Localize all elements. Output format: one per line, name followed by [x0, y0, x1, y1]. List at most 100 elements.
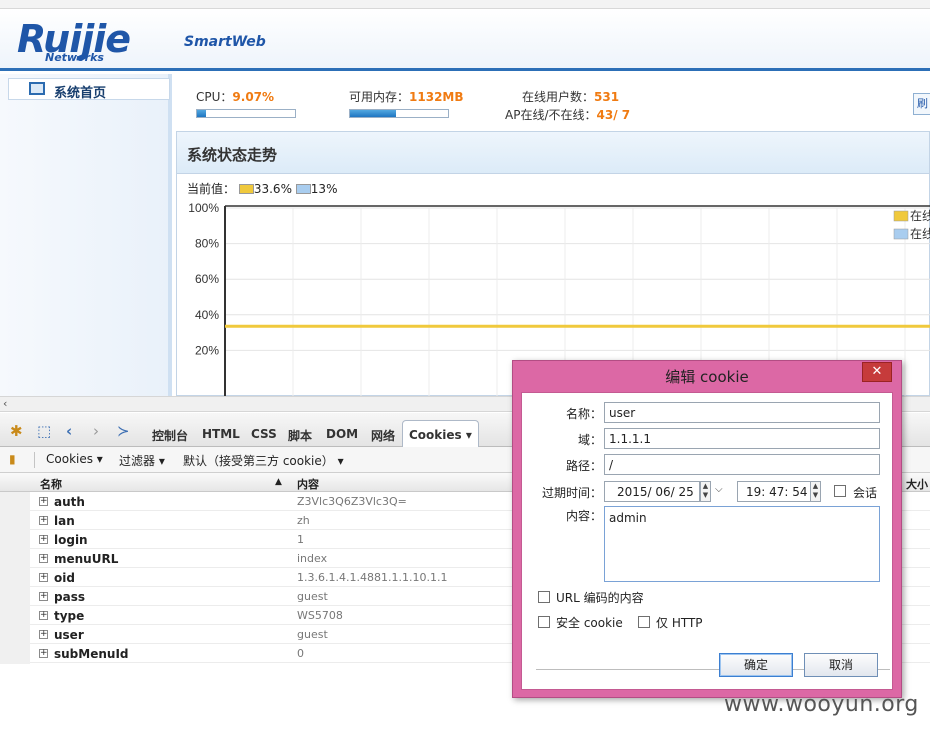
cookie-name: oid [54, 571, 75, 585]
legend-swatch [893, 228, 909, 240]
tab-script[interactable]: 脚本 [288, 427, 312, 444]
cookie-value: 1.3.6.1.4.1.4881.1.1.10.1.1 [297, 571, 448, 584]
ap-value: 43/ 7 [596, 108, 631, 122]
close-button[interactable]: ✕ [862, 362, 892, 382]
legend-swatch [893, 210, 909, 222]
column-size[interactable]: 大小 [906, 476, 928, 492]
cookie-value: 0 [297, 647, 304, 660]
cookie-value: index [297, 552, 328, 565]
back-icon[interactable]: ‹ [66, 422, 72, 440]
session-checkbox[interactable] [834, 485, 846, 497]
command-line-icon[interactable]: ≻ [117, 422, 130, 440]
dialog-title: 编辑 cookie [665, 368, 749, 386]
cookie-name: type [54, 609, 85, 623]
cookie-name: pass [54, 590, 85, 604]
series-a-swatch [238, 184, 254, 194]
current-b-value: 13% [310, 182, 338, 196]
dialog-body: 名称： user 域： 1.1.1.1 路径： / 过期时间： 2015/ 06… [521, 392, 893, 690]
online-users-stat: 在线用户数：531 [522, 88, 619, 105]
inspect-icon[interactable]: ⬚ [37, 422, 51, 440]
sort-up-icon[interactable]: ▲ [275, 477, 282, 487]
secure-cookie-label: 安全 cookie [556, 616, 623, 630]
online-users-label: 在线用户数： [522, 90, 595, 104]
legend-label: 在线 [910, 227, 930, 241]
refresh-button[interactable]: 刷 [913, 93, 930, 115]
cpu-bar-fill [197, 110, 206, 117]
time-spinner[interactable]: ▲ ▼ [810, 481, 821, 502]
ok-button[interactable]: 确定 [719, 653, 793, 677]
y-tick-label: 40% [195, 308, 219, 322]
cpu-value: 9.07% [232, 90, 275, 104]
memory-label: 可用内存： [349, 90, 410, 104]
expand-icon[interactable]: + [39, 535, 48, 544]
cookie-value: guest [297, 628, 328, 641]
cookie-value: zh [297, 514, 310, 527]
edit-cookie-dialog: 编辑 cookie ✕ 名称： user 域： 1.1.1.1 路径： / 过期… [512, 360, 902, 698]
memory-bar-fill [350, 110, 397, 117]
forward-icon[interactable]: › [93, 422, 99, 440]
y-tick-label: 80% [195, 237, 219, 251]
cookie-icon[interactable]: ▮ [9, 452, 16, 466]
http-only-label: 仅 HTTP [656, 616, 703, 630]
memory-stat: 可用内存：1132MB [349, 88, 464, 105]
name-label: 名称： [565, 407, 602, 421]
secure-cookie-checkbox[interactable] [538, 616, 550, 628]
online-users-value: 531 [594, 90, 620, 104]
url-encode-label: URL 编码的内容 [556, 591, 644, 605]
monitor-icon [29, 82, 45, 95]
cookie-name: menuURL [54, 552, 119, 566]
expand-icon[interactable]: + [39, 497, 48, 506]
cookie-name: lan [54, 514, 75, 528]
row-gutter [0, 492, 30, 664]
content-textarea[interactable]: admin [604, 506, 880, 582]
y-tick-label: 60% [195, 272, 219, 286]
ap-label: AP在线/不在线： [505, 108, 597, 122]
tab-console[interactable]: 控制台 [152, 427, 188, 444]
cookies-menu[interactable]: Cookies ▾ [46, 452, 103, 466]
current-a-value: 33.6% [253, 182, 292, 196]
url-encode-checkbox[interactable] [538, 591, 550, 603]
http-only-checkbox[interactable] [638, 616, 650, 628]
expire-date-field[interactable]: 2015/ 06/ 25 [604, 481, 700, 502]
third-party-menu[interactable]: 默认（接受第三方 cookie） ▾ [183, 452, 344, 469]
tab-dom[interactable]: DOM [326, 427, 358, 441]
column-name[interactable]: 名称 [40, 476, 62, 492]
memory-bar [349, 109, 449, 118]
path-label: 路径： [565, 459, 602, 473]
product-name: SmartWeb [184, 34, 266, 50]
sidebar-item-home[interactable]: 系统首页 [8, 78, 170, 101]
tab-css[interactable]: CSS [251, 427, 277, 441]
path-field[interactable]: / [604, 454, 880, 475]
expand-icon[interactable]: + [39, 630, 48, 639]
firebug-icon[interactable]: ✱ [10, 422, 23, 440]
domain-field[interactable]: 1.1.1.1 [604, 428, 880, 449]
date-dropdown-icon[interactable]: ⌵ [715, 484, 723, 495]
expand-icon[interactable]: + [39, 611, 48, 620]
cookie-name: user [54, 628, 84, 642]
column-content[interactable]: 内容 [297, 476, 319, 492]
date-spinner[interactable]: ▲ ▼ [700, 481, 711, 502]
filter-menu[interactable]: 过滤器 ▾ [119, 452, 165, 469]
expand-icon[interactable]: + [39, 516, 48, 525]
panel-header: 系统状态走势 [177, 132, 929, 174]
expand-icon[interactable]: + [39, 573, 48, 582]
watermark: www.wooyun.org [724, 692, 919, 717]
expand-icon[interactable]: + [39, 649, 48, 658]
expire-time-field[interactable]: 19: 47: 54 [737, 481, 811, 502]
cookie-value: Z3Vlc3Q6Z3Vlc3Q= [297, 495, 407, 508]
legend-label: 在线 [910, 209, 930, 223]
cookie-name: login [54, 533, 88, 547]
expand-icon[interactable]: + [39, 592, 48, 601]
scroll-left-icon[interactable]: ‹ [3, 397, 7, 410]
tab-html[interactable]: HTML [202, 427, 240, 441]
name-field[interactable]: user [604, 402, 880, 423]
cpu-stat: CPU：9.07% [196, 88, 274, 105]
cancel-button[interactable]: 取消 [804, 653, 878, 677]
tab-net[interactable]: 网络 [371, 427, 395, 444]
tab-cookies[interactable]: Cookies ▾ [402, 420, 479, 448]
expand-icon[interactable]: + [39, 554, 48, 563]
expire-label: 过期时间： [541, 486, 602, 500]
cookie-value: WS5708 [297, 609, 343, 622]
ap-stat: AP在线/不在线：43/ 7 [505, 106, 630, 123]
cookie-name: subMenuId [54, 647, 129, 661]
